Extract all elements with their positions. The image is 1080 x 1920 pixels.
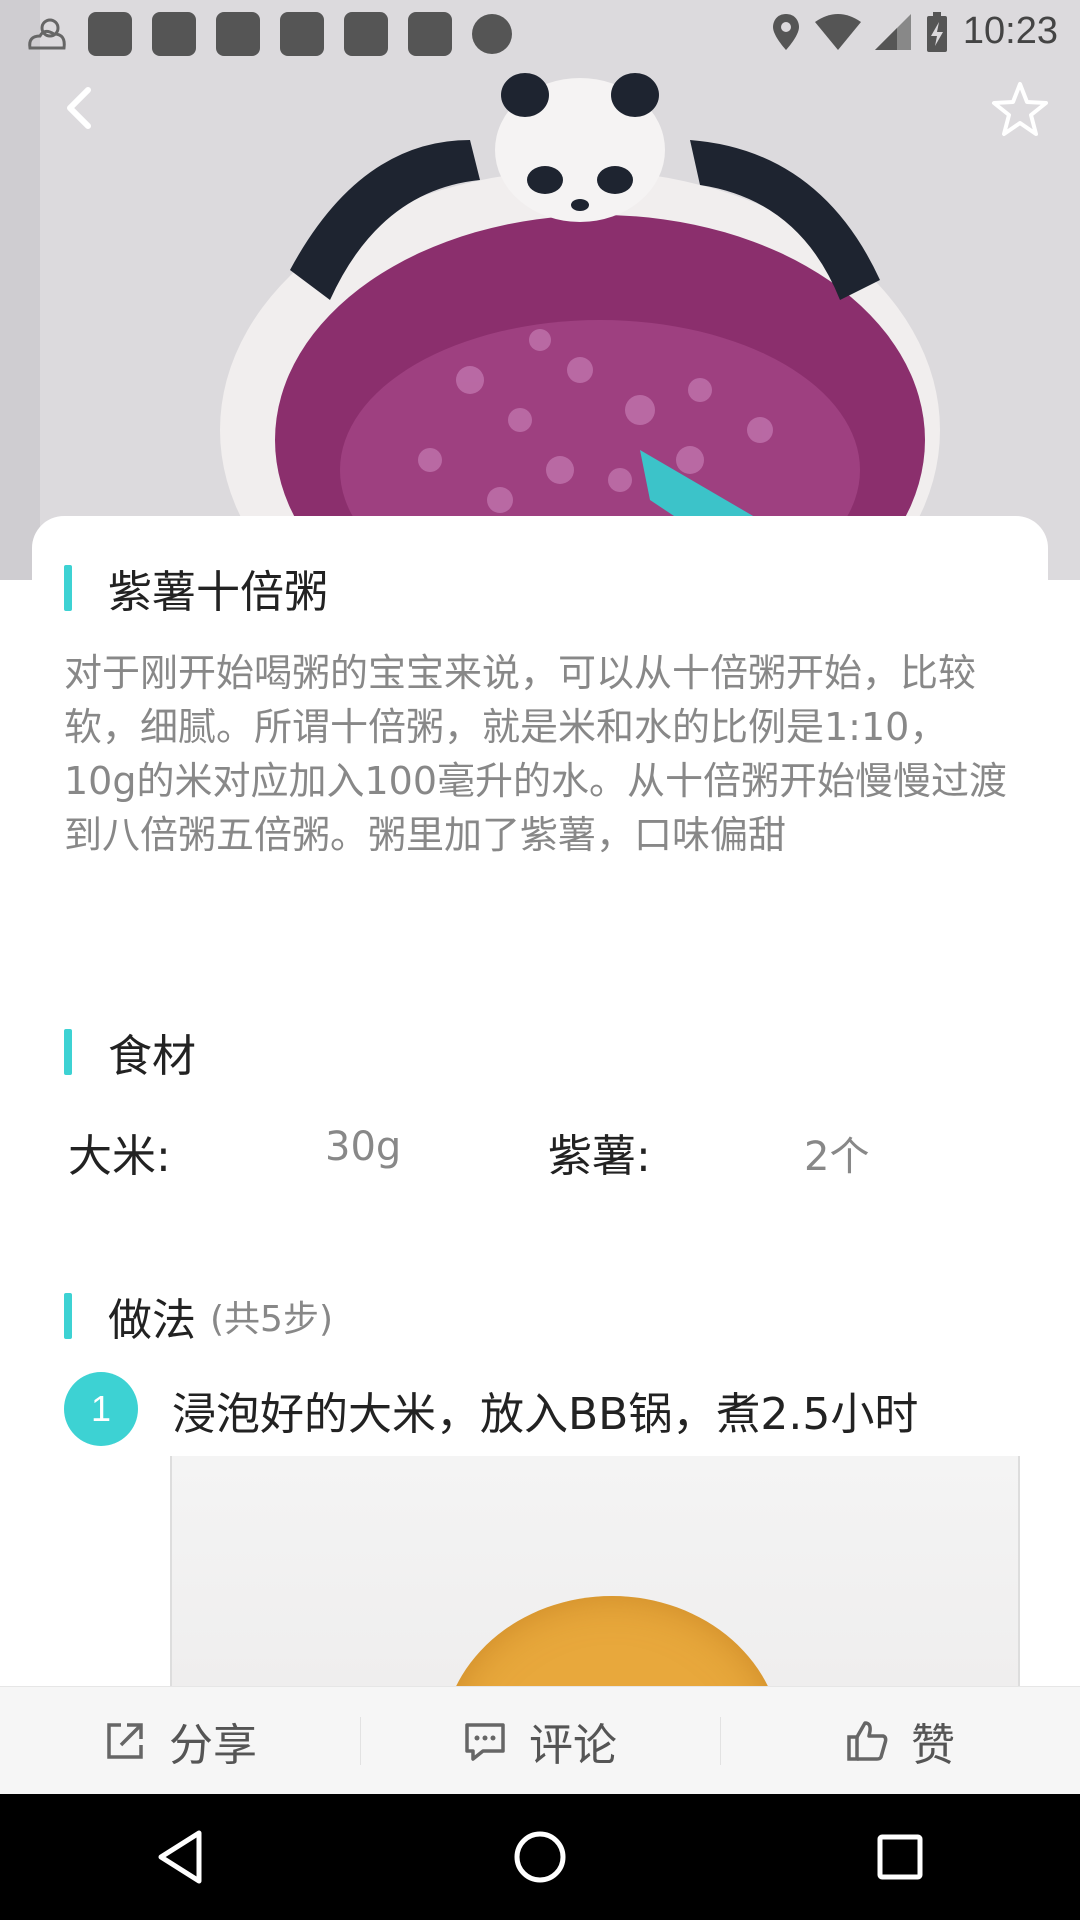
nav-recents-button[interactable]	[860, 1817, 940, 1897]
notification-icon	[408, 12, 452, 56]
step-number-badge: 1	[64, 1372, 138, 1446]
notification-icon	[472, 14, 512, 54]
share-button[interactable]: 分享	[0, 1687, 360, 1795]
method-title-text: 做法	[108, 1295, 196, 1346]
wifi-icon	[814, 13, 861, 50]
notification-icon	[88, 12, 132, 56]
recipe-hero-photo	[0, 0, 1080, 580]
step-photo[interactable]	[170, 1456, 1020, 1686]
notification-icon	[152, 12, 196, 56]
comment-label: 评论	[529, 1720, 617, 1771]
panda-bowl-illustration	[0, 0, 1080, 580]
thumbs-up-icon	[847, 1721, 888, 1761]
square-recents-icon	[877, 1834, 923, 1880]
bottom-action-bar: 分享 评论 赞	[0, 1686, 1080, 1795]
recipe-description: 对于刚开始喝粥的宝宝来说，可以从十倍粥开始，比较软，细腻。所谓十倍粥，就是米和水…	[64, 651, 1008, 857]
triangle-back-icon	[158, 1830, 202, 1884]
recipe-title-text: 紫薯十倍粥	[108, 567, 328, 618]
method-title: 做法 (共5步)	[64, 1284, 333, 1348]
method-step-count: (共5步)	[210, 1299, 333, 1340]
status-bar: 10:23	[0, 0, 1080, 64]
favorite-button[interactable]	[988, 78, 1052, 142]
nav-back-button[interactable]	[140, 1817, 220, 1897]
section-accent-bar	[64, 565, 72, 611]
ingredient-amount: 30g	[325, 1124, 402, 1170]
ingredient-name: 紫薯:	[548, 1131, 651, 1182]
star-outline-icon	[992, 82, 1048, 136]
circle-home-icon	[514, 1831, 566, 1883]
share-label: 分享	[169, 1720, 257, 1771]
status-time: 10:23	[962, 10, 1058, 52]
location-icon	[772, 13, 799, 50]
notification-icon	[280, 12, 324, 56]
battery-charging-icon	[926, 11, 947, 52]
ingredients-title-text: 食材	[108, 1031, 196, 1082]
chevron-left-icon	[67, 87, 91, 129]
system-navigation-bar	[0, 1794, 1080, 1920]
like-label: 赞	[911, 1720, 955, 1771]
ingredient-amount: 2个	[804, 1134, 870, 1180]
share-icon	[107, 1723, 143, 1759]
step-photo-subject	[442, 1596, 782, 1686]
status-left-icons	[24, 12, 512, 56]
notification-icon	[344, 12, 388, 56]
section-accent-bar	[64, 1029, 72, 1075]
comment-icon	[465, 1723, 505, 1761]
ingredient-name: 大米:	[68, 1131, 171, 1182]
ingredients-title: 食材	[64, 1020, 196, 1084]
like-button[interactable]: 赞	[720, 1687, 1080, 1795]
signal-icon	[874, 13, 911, 50]
nav-home-button[interactable]	[500, 1817, 580, 1897]
step-text: 浸泡好的大米，放入BB锅，煮2.5小时	[172, 1389, 919, 1440]
status-right-icons: 10:23	[771, 10, 1058, 53]
recipe-detail-screen: 10:23 紫薯十倍粥 对于刚开始喝粥的宝宝来说，可以从十倍粥开始，比较软，细腻…	[0, 0, 1080, 1920]
weather-cloudy-icon	[28, 18, 66, 50]
back-button[interactable]	[52, 78, 112, 138]
comment-button[interactable]: 评论	[360, 1687, 720, 1795]
notification-icon	[216, 12, 260, 56]
recipe-title: 紫薯十倍粥	[64, 556, 328, 620]
section-accent-bar	[64, 1293, 72, 1339]
